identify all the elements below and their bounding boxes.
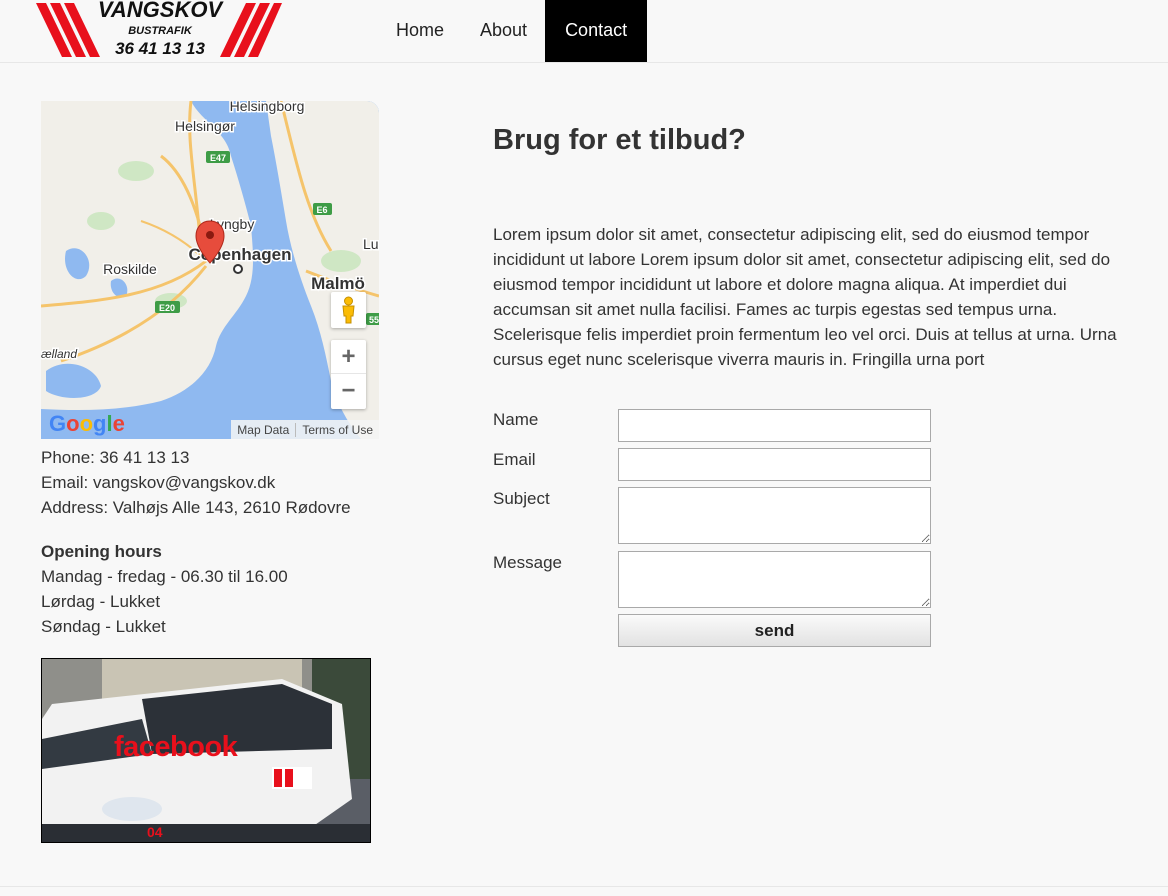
subject-label: Subject bbox=[493, 489, 550, 508]
page-title: Brug for et tilbud? bbox=[493, 124, 746, 156]
contact-phone: Phone: 36 41 13 13 bbox=[41, 448, 190, 467]
name-field[interactable] bbox=[618, 409, 931, 442]
road-55: 55 bbox=[369, 315, 379, 325]
place-zealand: ælland bbox=[41, 347, 77, 361]
hours-sunday: Søndag - Lukket bbox=[41, 617, 166, 636]
logo-graphic: VANGSKOV BUSTRAFIK 36 41 13 13 bbox=[36, 0, 282, 58]
terms-of-use-link[interactable]: Terms of Use bbox=[295, 422, 379, 437]
nav-about[interactable]: About bbox=[462, 0, 545, 62]
logo-tagline: BUSTRAFIK bbox=[128, 25, 193, 37]
map-zoom-control: + − bbox=[331, 340, 366, 409]
hours-saturday: Lørdag - Lukket bbox=[41, 592, 161, 611]
contact-info: Phone: 36 41 13 13 Email: vangskov@vangs… bbox=[41, 445, 351, 520]
svg-text:04: 04 bbox=[147, 824, 163, 840]
place-helsingor: Helsingør bbox=[175, 118, 235, 134]
footer-divider bbox=[0, 886, 1168, 887]
map-data-link[interactable]: Map Data bbox=[231, 423, 295, 437]
contact-address: Address: Valhøjs Alle 143, 2610 Rødovre bbox=[41, 498, 351, 517]
message-field[interactable] bbox=[618, 551, 931, 608]
road-e6: E6 bbox=[316, 205, 327, 215]
logo-name: VANGSKOV bbox=[98, 0, 225, 22]
hours-weekdays: Mandag - fredag - 06.30 til 16.00 bbox=[41, 567, 288, 586]
name-label: Name bbox=[493, 410, 539, 429]
google-map[interactable]: E47 E6 E20 55 Helsingborg Helsingør Lyng… bbox=[41, 101, 379, 439]
site-header: VANGSKOV BUSTRAFIK 36 41 13 13 Home Abou… bbox=[0, 0, 1168, 63]
subject-field[interactable] bbox=[618, 487, 931, 544]
place-malmo: Malmö bbox=[311, 274, 365, 293]
email-field[interactable] bbox=[618, 448, 931, 481]
message-label: Message bbox=[493, 553, 562, 572]
send-button[interactable]: send bbox=[618, 614, 931, 647]
vangskov-logo[interactable]: VANGSKOV BUSTRAFIK 36 41 13 13 bbox=[36, 0, 282, 58]
intro-text: Lorem ipsum dolor sit amet, consectetur … bbox=[493, 225, 1117, 369]
zoom-in-button[interactable]: + bbox=[331, 340, 366, 374]
facebook-banner[interactable]: 04 facebook bbox=[41, 658, 371, 843]
logo-phone: 36 41 13 13 bbox=[115, 39, 205, 58]
place-roskilde: Roskilde bbox=[103, 261, 157, 277]
road-e47: E47 bbox=[210, 153, 226, 163]
map-canvas: E47 E6 E20 55 Helsingborg Helsingør Lyng… bbox=[41, 101, 379, 439]
email-label: Email bbox=[493, 450, 536, 469]
road-e20: E20 bbox=[159, 303, 175, 313]
opening-hours: Opening hours Mandag - fredag - 06.30 ti… bbox=[41, 539, 288, 639]
nav-home[interactable]: Home bbox=[378, 0, 462, 62]
facebook-label: facebook bbox=[114, 731, 238, 763]
opening-hours-title: Opening hours bbox=[41, 542, 162, 561]
street-view-pegman-icon[interactable] bbox=[331, 292, 366, 328]
map-attribution: Map Data Terms of Use bbox=[231, 420, 379, 439]
contact-email: Email: vangskov@vangskov.dk bbox=[41, 473, 276, 492]
place-lund: Lu bbox=[363, 236, 379, 252]
place-helsingborg: Helsingborg bbox=[230, 101, 305, 114]
main-nav: Home About Contact bbox=[378, 0, 648, 62]
google-logo: Google bbox=[49, 411, 125, 436]
zoom-out-button[interactable]: − bbox=[331, 374, 366, 408]
nav-contact[interactable]: Contact bbox=[545, 0, 648, 62]
